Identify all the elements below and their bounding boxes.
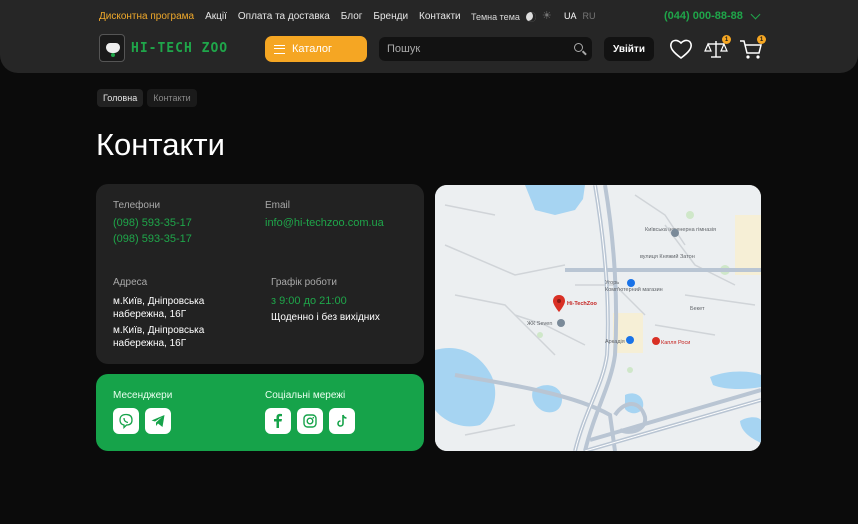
tiktok-icon <box>337 414 347 427</box>
cart-count-badge: 1 <box>757 35 766 44</box>
contact-card: Телефони (098) 593-35-17 (098) 593-35-17… <box>96 184 424 364</box>
instagram-icon <box>303 414 317 428</box>
nav-blog[interactable]: Блог <box>341 11 363 22</box>
map-pin-arcadia <box>626 336 634 344</box>
theme-label: Темна тема <box>471 11 520 22</box>
schedule-label: Графік роботи <box>271 277 337 288</box>
logo-text: HI-TECH ZOO <box>131 40 229 56</box>
telegram-icon <box>151 415 165 427</box>
phones-label: Телефони <box>113 200 161 211</box>
messengers-label: Месенджери <box>113 390 173 401</box>
location-map[interactable]: Київська інженерна гімназія Угорь Комп'ю… <box>435 185 761 451</box>
compare-count-badge: 1 <box>722 35 731 44</box>
social-networks-label: Соціальні мережі <box>265 390 346 401</box>
telegram-button[interactable] <box>145 408 171 434</box>
map-label-computer-shop: Комп'ютерний магазин <box>605 286 663 293</box>
menu-icon <box>274 44 285 54</box>
compare-button[interactable]: 1 <box>704 35 731 60</box>
breadcrumb: Головна Контакти <box>97 89 197 107</box>
search-input[interactable] <box>379 37 592 61</box>
map-pin-zhk-seven <box>557 319 565 327</box>
map-label-arcadia: Аркадія <box>605 339 625 345</box>
breadcrumb-home[interactable]: Головна <box>97 89 144 107</box>
instagram-button[interactable] <box>297 408 323 434</box>
theme-switcher[interactable]: Темна тема ☀ <box>471 11 553 22</box>
address-2: м.Київ, Дніпровська набережна, 16Г <box>113 325 205 349</box>
lang-ua[interactable]: UA <box>564 11 577 21</box>
map-label-street: вулиця Княжий Затон <box>640 253 695 260</box>
map-label-ugor: Угорь <box>605 280 619 286</box>
heart-icon <box>670 39 692 60</box>
top-nav: Дисконтна програма Акції Оплата та доста… <box>99 11 461 22</box>
map-pin-kaplya-rosy <box>652 337 660 345</box>
language-switcher: UA RU <box>564 11 596 21</box>
nav-contacts[interactable]: Контакти <box>419 11 461 22</box>
catalog-label: Каталог <box>292 43 332 55</box>
nav-promotions[interactable]: Акції <box>205 11 227 22</box>
phone-number: (044) 000-88-88 <box>664 10 743 22</box>
logo[interactable]: HI-TECH ZOO <box>99 34 228 62</box>
nav-payment-delivery[interactable]: Оплата та доставка <box>238 11 330 22</box>
map-label-hitechzoo: Hi-TechZoo <box>567 301 597 307</box>
viber-button[interactable] <box>113 408 139 434</box>
map-pin-computer-shop <box>627 279 635 287</box>
viber-icon <box>119 413 133 429</box>
phone-link-1[interactable]: (098) 593-35-17 <box>113 217 192 229</box>
map-label-kaplya-rosy: Капля Роси <box>661 340 690 346</box>
cart-button[interactable]: 1 <box>739 35 766 60</box>
site-header: Дисконтна програма Акції Оплата та доста… <box>0 0 858 73</box>
map-label-zhk-seven: ЖК Seven <box>527 321 552 327</box>
facebook-icon <box>274 413 282 428</box>
working-days: Щоденно і без вихідних <box>271 312 380 323</box>
phone-dropdown[interactable]: (044) 000-88-88 <box>664 9 761 22</box>
sun-icon[interactable]: ☀ <box>542 11 553 22</box>
social-card: Месенджери Соціальні мережі <box>96 374 424 451</box>
nav-discount-program[interactable]: Дисконтна програма <box>99 11 194 22</box>
lang-ru[interactable]: RU <box>583 11 596 21</box>
email-label: Email <box>265 200 291 211</box>
chevron-down-icon <box>750 9 761 19</box>
working-hours: з 9:00 до 21:00 <box>271 295 347 307</box>
map-label-gymnasium: Київська інженерна гімназія <box>645 227 716 233</box>
moon-icon[interactable] <box>525 11 536 22</box>
facebook-button[interactable] <box>265 408 291 434</box>
map-canvas: Київська інженерна гімназія Угорь Комп'ю… <box>435 185 761 451</box>
wishlist-button[interactable] <box>669 38 693 60</box>
address-label: Адреса <box>113 277 148 288</box>
login-button[interactable]: Увійти <box>604 37 654 61</box>
phone-link-2[interactable]: (098) 593-35-17 <box>113 233 192 245</box>
nav-brands[interactable]: Бренди <box>373 11 408 22</box>
breadcrumb-current: Контакти <box>147 89 197 107</box>
map-area-1 <box>735 215 761 275</box>
search-icon[interactable] <box>574 43 583 52</box>
page-title: Контакти <box>96 127 225 162</box>
email-link[interactable]: info@hi-techzoo.com.ua <box>265 217 384 229</box>
map-label-beket: Бекет <box>690 306 705 312</box>
tiktok-button[interactable] <box>329 408 355 434</box>
map-pin-gymnasium <box>671 229 679 237</box>
catalog-button[interactable]: Каталог <box>265 36 367 62</box>
address-1: м.Київ, Дніпровська набережна, 16Г <box>113 296 205 320</box>
dog-logo-icon <box>99 34 125 62</box>
